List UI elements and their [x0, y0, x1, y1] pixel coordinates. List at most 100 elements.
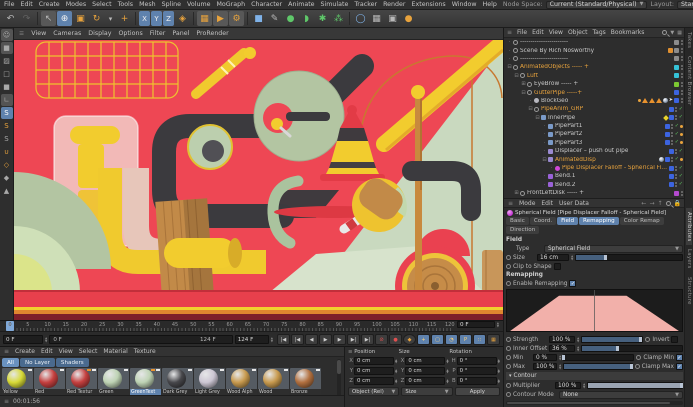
recent-tools-icon[interactable]: ▾ [105, 11, 116, 26]
max-field[interactable]: 100 % [533, 363, 557, 370]
remap-curve-graph[interactable] [506, 289, 683, 332]
visibility-dots[interactable] [671, 140, 674, 145]
side-tab-content-browser[interactable]: Content Browser [686, 52, 692, 110]
material-menu-edit[interactable]: Edit [41, 348, 53, 355]
autokey-icon[interactable]: ● [389, 334, 402, 345]
material-scrollbar[interactable] [337, 359, 341, 397]
object-row[interactable]: ·Bend.2✓ [504, 181, 685, 189]
am-menu-user-data[interactable]: User Data [559, 200, 589, 207]
material-swatch[interactable]: Yellow [2, 368, 33, 396]
history-forward-icon[interactable]: → [649, 200, 654, 207]
layer-color-swatch[interactable] [674, 40, 679, 45]
model-mode-icon[interactable]: ■ [1, 42, 13, 54]
material-menu-view[interactable]: View [59, 348, 73, 355]
position-spinner[interactable]: ▲▼ [395, 359, 397, 364]
visibility-dots[interactable] [671, 157, 674, 162]
menu-volume[interactable]: Volume [187, 1, 210, 8]
layout-dropdown[interactable]: Startup▼ [677, 1, 693, 9]
visibility-dots[interactable] [675, 166, 678, 171]
object-row[interactable]: ⊟Luft [504, 72, 685, 80]
object-row[interactable]: ·PipePart2✓ [504, 130, 685, 138]
menu-mesh[interactable]: Mesh [139, 1, 156, 8]
layer-color-swatch[interactable] [665, 157, 670, 162]
array-icon[interactable]: ▦ [369, 11, 384, 26]
inner-offset-field[interactable]: 36 % [549, 345, 575, 352]
key-position-icon[interactable]: + [417, 334, 430, 345]
z-axis-lock-icon[interactable]: Z [163, 11, 174, 26]
enabled-check-icon[interactable]: ✓ [679, 182, 683, 187]
strength-field[interactable]: 100 % [549, 336, 575, 343]
material-menu-create[interactable]: Create [15, 348, 35, 355]
visibility-dots[interactable] [675, 107, 678, 112]
expander-icon[interactable]: · [541, 148, 548, 154]
om-search-icon[interactable] [662, 30, 667, 35]
anim-dot-icon[interactable] [506, 364, 511, 369]
min-spinner[interactable]: ▲▼ [559, 355, 561, 360]
material-swatch[interactable]: Green [98, 368, 129, 396]
filter-shaders[interactable]: Shaders [56, 358, 89, 367]
visibility-dots[interactable] [675, 115, 678, 120]
panel-menu-icon[interactable]: ≡ [507, 29, 512, 36]
om-panel-icon[interactable]: ▦ [677, 30, 682, 36]
visibility-dots[interactable] [680, 90, 683, 95]
move-tool-icon[interactable]: ⊕ [57, 11, 72, 26]
frame-field[interactable]: 0 F [3, 335, 43, 344]
end-frame-field[interactable]: 124 F [235, 335, 269, 344]
layer-color-swatch[interactable] [674, 82, 679, 87]
camera-icon[interactable]: ▣ [385, 11, 400, 26]
max-slider[interactable] [563, 363, 632, 370]
size-spinner[interactable]: ▲▼ [446, 359, 448, 364]
enabled-check-icon[interactable]: ✓ [675, 124, 679, 129]
menu-tracker[interactable]: Tracker [354, 1, 377, 8]
object-name[interactable]: AnimatedObjects ----- + [520, 64, 589, 70]
anim-dot-icon[interactable] [506, 355, 511, 360]
layer-color-swatch[interactable] [669, 115, 674, 120]
invert-checkbox[interactable] [671, 336, 678, 343]
min-field[interactable]: 0 % [533, 354, 557, 361]
position-mode-dropdown[interactable]: Object (Rel)▼ [348, 387, 399, 396]
object-name[interactable]: Scene By Rich Nosworthy [520, 48, 594, 54]
visibility-dots[interactable] [671, 124, 674, 129]
object-row[interactable]: ⊟AnimatedDisp✓ [504, 155, 685, 163]
layer-color-swatch[interactable] [669, 166, 674, 171]
enabled-check-icon[interactable]: ✓ [679, 174, 683, 179]
expander-icon[interactable]: ⊟ [527, 106, 534, 112]
expander-icon[interactable]: · [541, 173, 548, 179]
layer-color-swatch[interactable] [669, 174, 674, 179]
object-name[interactable]: AnimatedDisp [555, 157, 596, 163]
y-axis-lock-icon[interactable]: Y [151, 11, 162, 26]
filter-all[interactable]: All [2, 358, 19, 367]
enabled-check-icon[interactable]: ✓ [675, 157, 679, 162]
axis-mode-icon[interactable]: ∟ [1, 94, 13, 106]
object-row[interactable]: ⊞FrontLeftDisk ----- + [504, 189, 685, 197]
key-scale-icon[interactable]: ▢ [431, 334, 444, 345]
expander-icon[interactable]: · [548, 165, 555, 171]
add-cube-icon[interactable]: ■ [251, 11, 266, 26]
size-value-field[interactable]: 0 cm [405, 357, 445, 365]
key-rotation-icon[interactable]: ◔ [445, 334, 458, 345]
object-row[interactable]: ⊟InnerPipe✓ [504, 114, 685, 122]
contour-mode-dropdown[interactable]: None▼ [559, 391, 683, 399]
preview-range-slider[interactable]: 0 F 124 F [49, 335, 232, 344]
object-name[interactable]: Luft [527, 73, 538, 79]
anim-dot-icon[interactable] [636, 355, 641, 360]
expander-icon[interactable]: · [541, 131, 548, 137]
layer-color-swatch[interactable] [669, 182, 674, 187]
next-frame-button[interactable]: ▶ [333, 334, 346, 345]
menu-file[interactable]: File [4, 1, 15, 8]
material-swatch[interactable]: Red Textur [66, 368, 97, 396]
key-pla-icon[interactable]: ∷ [473, 334, 486, 345]
am-menu-edit[interactable]: Edit [541, 200, 553, 207]
rotation-value-field[interactable]: 0 ° [457, 357, 497, 365]
apply-button[interactable]: Apply [455, 387, 500, 396]
max-spinner[interactable]: ▲▼ [559, 364, 561, 369]
layer-color-swatch[interactable] [674, 73, 679, 78]
rotation-value-field[interactable]: 0 ° [457, 367, 497, 375]
object-name[interactable]: PipeAnim_GRP [541, 106, 583, 112]
multiplier-field[interactable]: 100 % [555, 382, 581, 389]
anim-dot-icon[interactable] [645, 337, 650, 342]
object-name[interactable]: ----------------------- [520, 39, 568, 45]
panel-menu-icon[interactable]: ≡ [4, 348, 9, 355]
visibility-dots[interactable] [680, 98, 683, 103]
am-menu-mode[interactable]: Mode [519, 200, 535, 207]
